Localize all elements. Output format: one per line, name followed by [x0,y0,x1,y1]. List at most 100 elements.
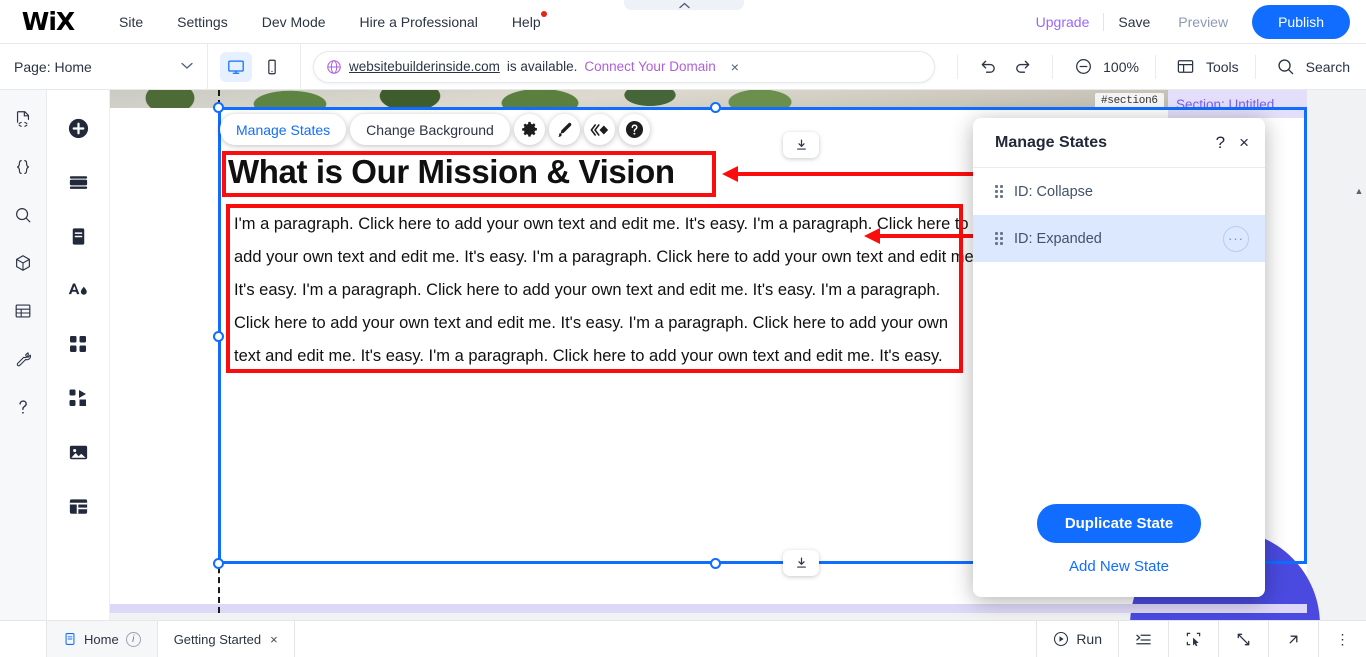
resize-handle-bottom-center[interactable] [710,558,721,569]
resize-handle-top-left[interactable] [213,102,224,113]
add-new-state-link[interactable]: Add New State [1069,558,1169,575]
page-icon [65,633,75,645]
tools-group[interactable]: Tools [1154,54,1255,79]
resize-handle-middle-left[interactable] [213,331,224,342]
desktop-icon [228,60,244,74]
run-button[interactable]: Run [1036,621,1118,657]
panel-header: Manage States ? × [973,118,1265,168]
browser-tab-nub[interactable] [624,0,744,10]
popout-button[interactable] [1268,621,1318,657]
state-row-expanded[interactable]: ID: Expanded ··· [973,215,1265,262]
gear-icon[interactable] [513,114,545,145]
panel-title: Manage States [995,133,1108,151]
bottom-tab-label: Home [84,631,119,647]
expand-icon [1237,633,1250,645]
mobile-view-button[interactable] [256,52,288,82]
braces-icon[interactable] [6,150,40,184]
media-image-icon[interactable] [60,435,96,469]
run-label: Run [1076,631,1102,647]
help-icon[interactable]: ? [1216,134,1225,151]
push-content-down-top-button[interactable] [783,132,819,158]
nav-item-site[interactable]: Site [102,8,160,36]
format-code-button[interactable] [1118,621,1168,657]
bottom-tab-label: Getting Started [173,631,262,647]
theme-icon[interactable] [60,273,96,307]
push-down-icon [796,138,806,150]
help-question-icon[interactable] [6,390,40,424]
state-label: ID: Collapse [1014,183,1093,200]
redo-button[interactable] [1008,53,1036,81]
close-icon[interactable]: × [1239,134,1249,151]
zoom-group: 100% [1052,53,1155,81]
state-label: ID: Expanded [1014,230,1102,247]
sections-icon[interactable] [60,165,96,199]
state-more-options-icon[interactable]: ··· [1223,225,1249,252]
page-icon[interactable] [60,219,96,253]
search-label: Search [1305,58,1350,75]
apps-grid-icon[interactable] [60,327,96,361]
package-icon[interactable] [6,246,40,280]
mobile-icon [268,59,276,74]
top-nav: Site Settings Dev Mode Hire a Profession… [102,8,558,36]
info-icon[interactable]: i [125,631,141,647]
manage-states-button[interactable]: Manage States [220,114,347,145]
bottom-tab-home[interactable]: Home i [47,621,158,657]
close-icon[interactable]: × [731,59,739,75]
addons-icon[interactable] [60,381,96,415]
desktop-view-button[interactable] [220,51,252,82]
wrench-icon[interactable] [6,342,40,376]
zoom-level-label[interactable]: 100% [1103,59,1139,75]
page-selector[interactable]: Page: Home [0,43,208,90]
help-circle-icon[interactable] [618,114,650,145]
layouts-icon[interactable] [60,489,96,523]
preview-button[interactable]: Preview [1164,8,1242,36]
change-background-button[interactable]: Change Background [350,114,510,145]
annotation-box-paragraph [226,204,963,373]
close-icon[interactable]: × [270,632,278,647]
drag-handle-icon[interactable] [995,185,1005,199]
zoom-out-button[interactable] [1069,53,1097,81]
states-list: ID: Collapse ID: Expanded ··· [973,168,1265,504]
nav-item-hire-a-professional[interactable]: Hire a Professional [343,8,495,36]
select-element-button[interactable] [1168,621,1218,657]
add-panel-sidebar [47,90,110,620]
code-file-icon[interactable] [6,102,40,136]
nav-item-dev-mode[interactable]: Dev Mode [245,8,343,36]
canvas-scroll-up[interactable]: ▲ [1352,180,1366,202]
duplicate-state-button[interactable]: Duplicate State [1036,504,1202,543]
help-notification-dot [540,10,547,17]
drag-handle-icon[interactable] [995,232,1005,246]
globe-icon [327,59,341,74]
bottom-tab-getting-started[interactable]: Getting Started × [158,621,295,657]
wix-editor-window: WiX Site Settings Dev Mode Hire a Profes… [0,0,1366,657]
domain-availability-text: is available. [506,59,578,74]
search-group[interactable]: Search [1254,54,1366,79]
history-group [957,53,1052,81]
animation-icon[interactable] [583,114,615,145]
resize-handle-bottom-left[interactable] [213,558,224,569]
database-table-icon[interactable] [6,294,40,328]
indent-icon [1136,634,1151,644]
chevron-down-icon [181,61,193,73]
toolbar-right-group: 100% Tools Search [957,44,1366,90]
push-down-icon [796,556,806,568]
save-button[interactable]: Save [1104,8,1164,36]
dev-sidebar [0,90,47,620]
undo-button[interactable] [974,53,1002,81]
state-row-collapse[interactable]: ID: Collapse [973,168,1265,215]
publish-button[interactable]: Publish [1252,4,1350,39]
nav-item-settings[interactable]: Settings [160,8,245,36]
nav-item-help[interactable]: Help [495,8,558,36]
search-icon[interactable] [6,198,40,232]
add-icon[interactable] [60,111,96,145]
annotation-arrow-heading [722,166,1008,190]
connect-domain-link[interactable]: Connect Your Domain [584,59,715,74]
push-content-down-bottom-button[interactable] [783,550,819,576]
wix-logo[interactable]: WiX [16,7,80,36]
upgrade-link[interactable]: Upgrade [1022,8,1104,36]
resize-handle-top-center[interactable] [710,102,721,113]
domain-name-link[interactable]: websitebuilderinside.com [349,59,500,74]
brush-icon[interactable] [548,114,580,145]
more-options-button[interactable]: ⋮ [1318,621,1366,657]
expand-panel-button[interactable] [1218,621,1268,657]
